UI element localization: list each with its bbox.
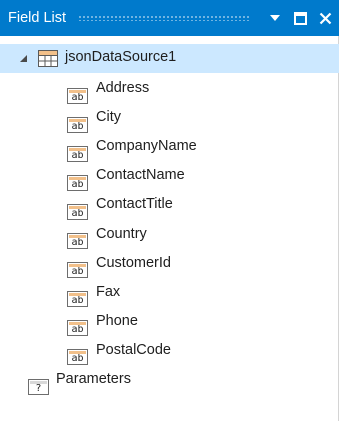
string-field-icon: ab <box>67 262 88 279</box>
field-label: CustomerId <box>96 254 171 271</box>
datasource-label: jsonDataSource1 <box>65 49 177 65</box>
string-field-icon: ab <box>67 174 88 191</box>
close-button[interactable] <box>314 7 336 29</box>
expanded-arrow-icon[interactable] <box>19 54 28 63</box>
tree-node-field[interactable]: ab Phone <box>0 307 339 337</box>
table-icon <box>38 50 58 67</box>
tree-node-field[interactable]: ab CustomerId <box>0 249 339 279</box>
dropdown-icon <box>270 15 280 21</box>
string-field-icon: ab <box>67 320 88 337</box>
string-field-icon: ab <box>67 145 88 162</box>
panel-title: Field List <box>8 10 67 26</box>
field-list-panel: Field List jsonDataSource1 ab Address ab Ci <box>0 0 339 421</box>
tree-node-field[interactable]: ab ContactName <box>0 161 339 191</box>
field-label: City <box>96 109 121 126</box>
maximize-icon <box>293 11 307 25</box>
tree-node-field[interactable]: ab City <box>0 103 339 133</box>
panel-title-bar[interactable]: Field List <box>0 0 339 36</box>
string-field-icon: ab <box>67 87 88 104</box>
field-label: ContactName <box>96 167 185 184</box>
tree-node-field[interactable]: ab Country <box>0 220 339 249</box>
field-label: PostalCode <box>96 341 171 358</box>
field-label: Phone <box>96 312 138 329</box>
maximize-button[interactable] <box>289 7 311 29</box>
tree-node-field[interactable]: ab Fax <box>0 278 339 308</box>
field-label: ContactTitle <box>96 196 173 213</box>
field-label: Fax <box>96 283 121 300</box>
parameters-label: Parameters <box>56 371 131 387</box>
string-field-icon: ab <box>67 349 88 366</box>
field-label: Address <box>96 80 150 96</box>
dropdown-button[interactable] <box>264 7 286 29</box>
tree-node-parameters[interactable]: ? Parameters <box>0 365 339 395</box>
field-label: CompanyName <box>96 138 197 155</box>
string-field-icon: ab <box>67 203 88 220</box>
string-field-icon: ab <box>67 116 88 133</box>
close-icon <box>319 12 331 24</box>
parameter-icon: ? <box>28 378 49 395</box>
string-field-icon: ab <box>67 291 88 308</box>
tree-node-field[interactable]: ab Address <box>0 74 339 104</box>
tree-node-field[interactable]: ab PostalCode <box>0 336 339 366</box>
tree-node-datasource[interactable]: jsonDataSource1 <box>0 44 339 73</box>
field-label: Country <box>96 225 147 242</box>
tree-node-field[interactable]: ab ContactTitle <box>0 190 339 220</box>
string-field-icon: ab <box>67 233 88 249</box>
drag-grip[interactable] <box>78 15 250 21</box>
tree-node-field[interactable]: ab CompanyName <box>0 132 339 162</box>
